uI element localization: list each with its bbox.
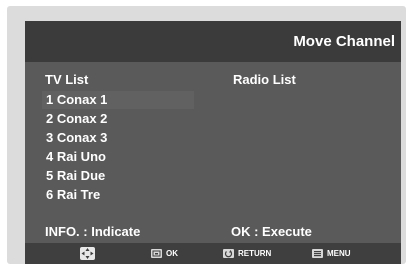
tv-list-item-2[interactable]: 2 Conax 2 — [46, 111, 107, 126]
move-nav-item[interactable] — [80, 247, 95, 260]
ok-nav-label: OK — [166, 249, 178, 258]
tv-list-item-1[interactable]: 1 Conax 1 — [46, 92, 107, 107]
tv-list-header: TV List — [45, 72, 89, 87]
page-title: Move Channel — [293, 33, 395, 50]
tv-list-item-5[interactable]: 5 Rai Due — [46, 168, 105, 183]
tv-list-item-6[interactable]: 6 Rai Tre — [46, 187, 100, 202]
ok-hint: OK : Execute — [231, 224, 312, 239]
radio-list-header: Radio List — [233, 72, 296, 87]
tv-frame: Move Channel TV List Radio List 1 Conax … — [7, 6, 406, 264]
tv-list-item-3[interactable]: 3 Conax 3 — [46, 130, 107, 145]
return-nav-label: RETURN — [238, 249, 272, 258]
info-hint: INFO. : Indicate — [45, 224, 141, 239]
menu-nav-item[interactable]: MENU — [312, 247, 351, 260]
remote-nav-bar: OK RETURN MENU — [25, 243, 401, 264]
ok-nav-item[interactable]: OK — [151, 247, 178, 260]
tv-list-item-4[interactable]: 4 Rai Uno — [46, 149, 106, 164]
title-bar: Move Channel — [25, 21, 401, 62]
ok-button-icon — [151, 249, 162, 258]
menu-icon — [312, 249, 323, 258]
menu-nav-label: MENU — [327, 249, 351, 258]
return-icon — [223, 249, 234, 258]
move-arrows-icon — [80, 247, 95, 260]
return-nav-item[interactable]: RETURN — [223, 247, 271, 260]
osd-screen: Move Channel TV List Radio List 1 Conax … — [25, 21, 401, 264]
